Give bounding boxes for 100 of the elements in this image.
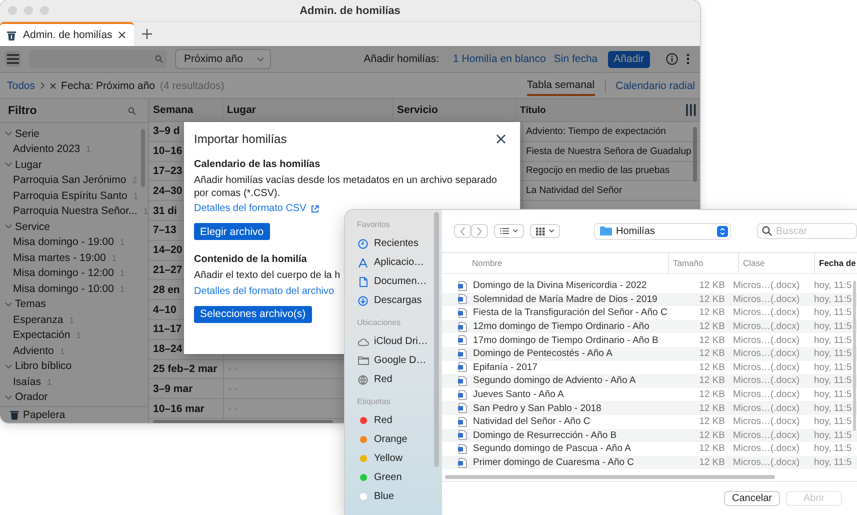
document-icon [458, 280, 467, 291]
remove-filter-icon[interactable] [50, 82, 56, 88]
grid-view-button[interactable] [530, 224, 560, 238]
column-header[interactable]: Clase [739, 253, 815, 273]
sidebar-item[interactable]: Green [374, 472, 402, 483]
close-icon[interactable] [118, 31, 126, 39]
plus-icon[interactable] [142, 29, 152, 39]
date-dropdown[interactable]: Próximo año [175, 49, 271, 69]
chevron-icon[interactable] [5, 224, 12, 230]
scrollbar-thumb[interactable] [153, 420, 333, 423]
chevron-icon[interactable] [5, 131, 12, 136]
column-header[interactable]: Servicio [393, 99, 517, 121]
forward-button[interactable] [471, 224, 488, 238]
file-name[interactable]: Segundo domingo de Pascua - Año A [473, 443, 673, 454]
file-name[interactable]: Solemnidad de María Madre de Dios - 2019 [473, 294, 673, 305]
search-icon[interactable] [128, 106, 136, 114]
file-date: hoy, 11:5 [813, 457, 852, 468]
sidebar-item[interactable]: Yellow [374, 453, 403, 464]
scrollbar-thumb[interactable] [445, 474, 775, 479]
filter-item[interactable]: Misa domingo - 12:00 [13, 267, 114, 280]
trash-label[interactable]: Papelera [23, 409, 66, 421]
sidebar-item[interactable]: Documen… [374, 276, 427, 287]
column-header[interactable]: Tamaño [669, 253, 739, 273]
sidebar-item[interactable]: Google D… [374, 355, 426, 366]
file-date: hoy, 11:5 [813, 375, 852, 386]
file-type: Micros…(.docx) [732, 362, 801, 373]
column-header[interactable]: Semana [149, 99, 223, 121]
column-header[interactable]: Fecha de [815, 253, 857, 273]
group-label[interactable]: Lugar [15, 158, 42, 171]
filter-item[interactable]: Parroquia Nuestra Señor... [13, 205, 138, 218]
scrollbar-thumb[interactable] [693, 127, 697, 182]
choose-file-button[interactable]: Elegir archivo [194, 223, 270, 240]
file-name[interactable]: Domingo de Pentecostés - Año A [473, 348, 673, 360]
view-tab[interactable]: Calendario radial [616, 76, 695, 94]
file-name[interactable]: San Pedro y San Pablo - 2018 [473, 402, 673, 414]
column-header[interactable]: Título [516, 99, 686, 121]
sidebar-item[interactable]: Descargas [374, 295, 422, 306]
sidebar-item[interactable]: Blue [374, 491, 394, 502]
close-icon[interactable] [496, 134, 506, 144]
file-name[interactable]: 17mo domingo de Tiempo Ordinario - Año B [473, 334, 673, 346]
group-label[interactable]: Orador [15, 391, 48, 404]
sidebar-item[interactable]: Red [374, 374, 392, 385]
chevron-icon[interactable] [5, 302, 12, 307]
sidebar-item[interactable]: Aplicacio… [374, 257, 424, 268]
back-button[interactable] [454, 224, 471, 238]
filter-item[interactable]: Misa domingo - 19:00 [13, 236, 114, 248]
file-name[interactable]: Natividad del Señor - Año C [473, 416, 673, 428]
chevron-icon[interactable] [5, 162, 12, 168]
file-date: hoy, 11:5 [813, 348, 852, 360]
sidebar-item[interactable]: Orange [374, 434, 408, 445]
info-icon[interactable] [666, 53, 678, 65]
file-type: Micros…(.docx) [732, 457, 801, 468]
chevron-icon[interactable] [5, 394, 12, 400]
filter-item[interactable]: Expectación [13, 329, 70, 342]
file-name[interactable]: Jueves Santo - Año A [473, 389, 673, 400]
filter-item[interactable]: Misa domingo - 10:00 [13, 282, 114, 295]
breadcrumb-link[interactable]: Todos [7, 80, 36, 92]
group-label[interactable]: Service [15, 220, 50, 233]
columns-icon[interactable] [686, 104, 696, 116]
group-label[interactable]: Serie [15, 128, 40, 140]
sidebar-item[interactable]: Recientes [374, 238, 418, 249]
file-name[interactable]: Fiesta de la Transfiguración del Señor - Año C [473, 307, 673, 318]
search-field[interactable]: Buscar [757, 223, 857, 239]
filter-item[interactable]: Parroquia San Jerónimo [13, 174, 126, 186]
file-name[interactable]: Epifanía - 2017 [473, 362, 673, 373]
folder-dropdown[interactable]: Homilías [594, 222, 731, 240]
filter-item[interactable]: Isaías [13, 376, 42, 388]
group-label[interactable]: Libro bíblico [15, 360, 72, 372]
file-name[interactable]: Domingo de Resurrección - Año B [473, 430, 673, 441]
add-option-link[interactable]: 1 Homilía en blanco [453, 53, 546, 65]
filter-item[interactable]: Adviento [13, 344, 54, 357]
file-name[interactable]: Segundo domingo de Adviento - Año A [473, 375, 673, 386]
more-icon[interactable] [686, 53, 690, 65]
choose-file-button[interactable]: Selecciones archivo(s) [194, 306, 312, 322]
filter-item[interactable]: Esperanza [13, 314, 64, 326]
sidebar-item[interactable]: iCloud Dri… [374, 336, 428, 347]
file-name[interactable]: Domingo de la Divina Misericordia - 2022 [473, 280, 673, 292]
column-header[interactable]: Lugar [222, 99, 394, 121]
download-icon [358, 296, 368, 306]
file-name[interactable]: Primer domingo de Cuaresma - Año C [473, 457, 673, 468]
add-option-link[interactable]: Sin fecha [554, 53, 598, 65]
list-view-button[interactable] [494, 224, 524, 238]
dialog-button[interactable]: Cancelar [724, 491, 780, 506]
cloud-icon [357, 338, 369, 346]
file-type: Micros…(.docx) [732, 443, 801, 454]
file-name[interactable]: 12mo domingo de Tiempo Ordinario - Año [473, 321, 673, 332]
add-button[interactable]: Añadir [608, 50, 650, 68]
app-tab[interactable]: Admin. de homilías [0, 22, 134, 46]
sidebar-item[interactable]: Red [374, 415, 392, 426]
group-label[interactable]: Temas [15, 298, 46, 310]
filter-item[interactable]: Adviento 2023 [13, 143, 80, 156]
chevron-icon[interactable] [5, 364, 12, 369]
filter-item[interactable]: Misa martes - 19:00 [13, 252, 106, 264]
scrollbar-thumb[interactable] [434, 212, 439, 467]
filter-item[interactable]: Parroquia Espíritu Santo [13, 190, 128, 202]
view-tab[interactable]: Tabla semanal [526, 76, 595, 96]
scrollbar-thumb[interactable] [853, 281, 856, 431]
search-field[interactable] [29, 50, 167, 68]
menu-button[interactable] [5, 51, 21, 67]
column-header[interactable]: Nombre [442, 253, 669, 273]
